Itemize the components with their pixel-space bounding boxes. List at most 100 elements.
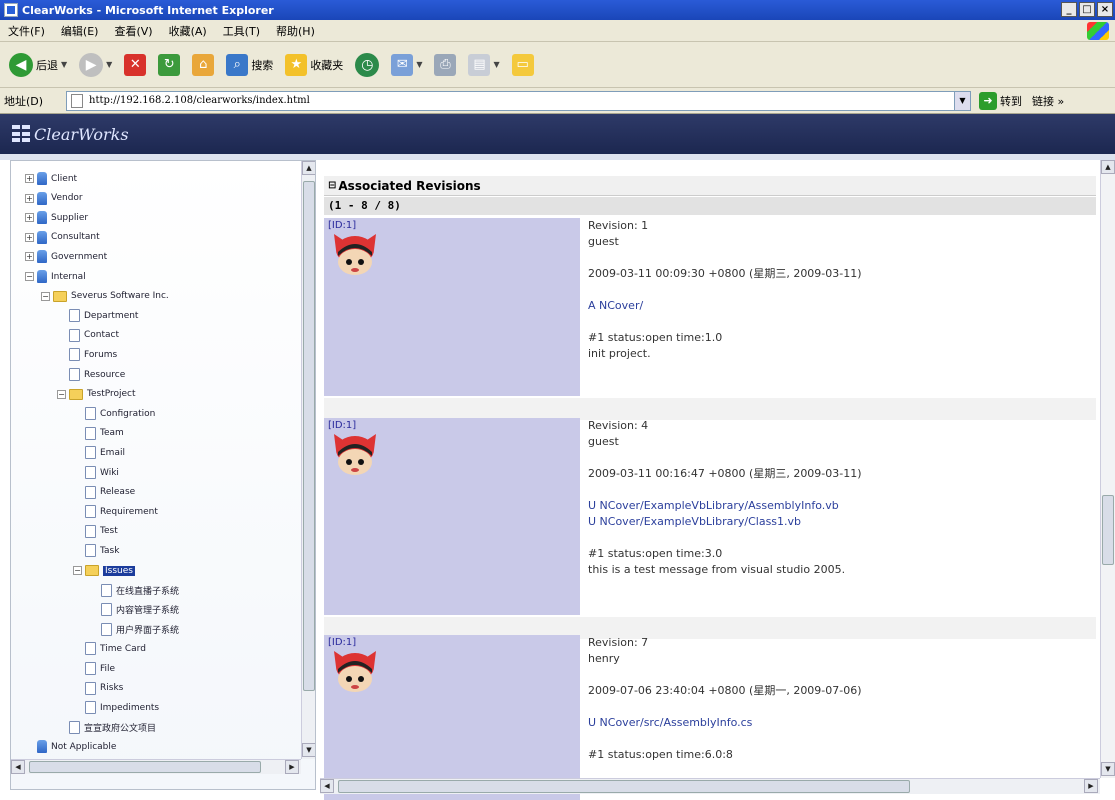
scroll-thumb[interactable] [303,181,315,691]
scroll-left-icon[interactable]: ◀ [320,779,334,793]
address-input[interactable]: http://192.168.2.108/clearworks/index.ht… [66,90,971,111]
issue-id-link[interactable]: [ID:1] [328,420,356,431]
menu-file[interactable]: 文件(F) [0,23,53,39]
content-horizontal-scrollbar[interactable]: ◀ ▶ [320,778,1100,794]
tree-horizontal-scrollbar[interactable]: ◀ ▶ [11,759,301,774]
tree-item[interactable]: Task [85,541,119,560]
expand-icon[interactable]: + [25,213,34,223]
changed-file-link[interactable]: U NCover/ExampleVbLibrary/Class1.vb [588,514,1088,530]
scroll-thumb[interactable] [1102,495,1114,565]
tree-vertical-scrollbar[interactable]: ▲ ▼ [301,161,315,759]
tree-item[interactable]: Requirement [85,502,158,521]
scroll-down-icon[interactable]: ▼ [302,743,315,757]
content-vertical-scrollbar[interactable]: ▲ ▼ [1100,160,1115,778]
tree-item[interactable]: Impediments [85,698,159,717]
forward-button[interactable]: ▶ ▼ [76,50,115,80]
mail-button[interactable]: ✉ ▼ [388,50,425,80]
tree-item[interactable]: − Severus Software Inc. [41,287,169,306]
tree-item[interactable]: + Vendor [25,189,83,208]
maximize-button[interactable]: □ [1079,2,1095,17]
tree-item[interactable]: File [85,659,115,678]
close-button[interactable]: × [1097,2,1113,17]
tree-item-label: 用户界面子系统 [116,625,180,636]
tree-item[interactable]: + Client [25,169,77,188]
revision-line: #1 status:open time:6.0:8 [588,748,733,761]
tree-item[interactable]: Email [85,443,125,462]
changed-file-link[interactable]: U NCover/src/AssemblyInfo.cs [588,715,1088,731]
tree-item[interactable]: − TestProject [57,385,136,404]
tree-item[interactable]: Team [85,424,124,443]
edit-button[interactable]: ▤ ▼ [465,50,502,80]
scroll-thumb[interactable] [29,761,261,773]
menu-help[interactable]: 帮助(H) [268,23,323,39]
tree-item[interactable]: Contact [69,326,119,345]
tree-item[interactable]: Time Card [85,639,146,658]
collapse-icon[interactable]: ⊟ [328,180,336,191]
collapse-icon[interactable]: − [41,291,50,301]
tree-item[interactable]: 宣宣政府公文项目 [69,718,156,737]
tree-item[interactable]: Resource [69,365,125,384]
collapse-icon[interactable]: − [73,566,82,575]
stop-button[interactable]: ✕ [121,50,149,80]
issue-id-link[interactable]: [ID:1] [328,637,356,648]
tree-item[interactable]: + Consultant [25,228,100,247]
search-button[interactable]: ⌕ 搜索 [223,50,276,80]
tree-item[interactable]: + Government [25,247,107,266]
menu-tools[interactable]: 工具(T) [215,23,268,39]
app-logo: ClearWorks [34,124,129,144]
tree-item[interactable]: Configration [85,404,155,423]
doc-icon [69,348,80,362]
expand-icon[interactable]: + [25,252,34,262]
tree-item-label: 在线直播子系统 [116,586,180,597]
links-button[interactable]: 链接 » [1032,93,1064,109]
tree-item[interactable]: Department [69,306,138,325]
tree-item[interactable]: − Internal [25,267,86,286]
mail-icon: ✉ [391,53,414,76]
favorites-button[interactable]: ★ 收藏夹 [282,50,346,80]
folder-icon [85,565,99,576]
section-header[interactable]: ⊟ Associated Revisions [324,176,1096,196]
menu-edit[interactable]: 编辑(E) [53,23,107,39]
tree-item[interactable]: 在线直播子系统 [101,581,179,600]
scroll-down-icon[interactable]: ▼ [1101,762,1115,776]
tree-item[interactable]: Forums [69,345,117,364]
expand-icon[interactable]: + [25,174,34,183]
expand-icon[interactable]: + [25,193,34,203]
collapse-icon[interactable]: − [57,389,66,399]
chevron-down-icon[interactable]: ▼ [954,91,970,110]
scroll-thumb[interactable] [338,780,910,793]
scroll-up-icon[interactable]: ▲ [1101,160,1115,174]
go-button[interactable]: ➜ 转到 [979,91,1022,110]
changed-file-link[interactable]: A NCover/ [588,298,1088,314]
tree-item[interactable]: 用户界面子系统 [101,620,179,639]
print-button[interactable]: ⎙ [431,50,459,80]
tree-item[interactable]: Test [85,522,118,541]
home-button[interactable]: ⌂ [189,50,217,80]
tree-item[interactable]: Release [85,483,135,502]
menu-view[interactable]: 查看(V) [106,23,160,39]
history-button[interactable]: ◷ [352,50,382,80]
collapse-icon[interactable]: − [25,272,34,281]
clearworks-logo-icon [12,125,30,143]
tree-item[interactable]: Wiki [85,463,119,482]
tree-item[interactable]: Risks [85,679,123,698]
stop-icon: ✕ [124,53,147,76]
scroll-right-icon[interactable]: ▶ [285,760,299,774]
scroll-left-icon[interactable]: ◀ [11,760,25,774]
expand-icon[interactable]: + [25,232,34,242]
tree-item[interactable]: 内容管理子系统 [101,600,179,619]
chevron-down-icon: ▼ [493,60,500,69]
scroll-right-icon[interactable]: ▶ [1084,779,1098,793]
back-button[interactable]: ◀ 后退 ▼ [6,50,70,80]
issue-id-link[interactable]: [ID:1] [328,220,356,231]
changed-file-link[interactable]: U NCover/ExampleVbLibrary/AssemblyInfo.v… [588,498,1088,514]
folder-button[interactable]: ▭ [509,50,537,80]
tree-item-label: Release [100,487,136,498]
tree-item[interactable]: + Supplier [25,208,88,227]
refresh-button[interactable]: ↻ [155,50,183,80]
tree-item[interactable]: Not Applicable [37,737,116,756]
tree-item[interactable]: − Issues [73,561,135,580]
minimize-button[interactable]: _ [1061,2,1077,17]
scroll-up-icon[interactable]: ▲ [302,161,315,175]
menu-favorites[interactable]: 收藏(A) [161,23,215,39]
